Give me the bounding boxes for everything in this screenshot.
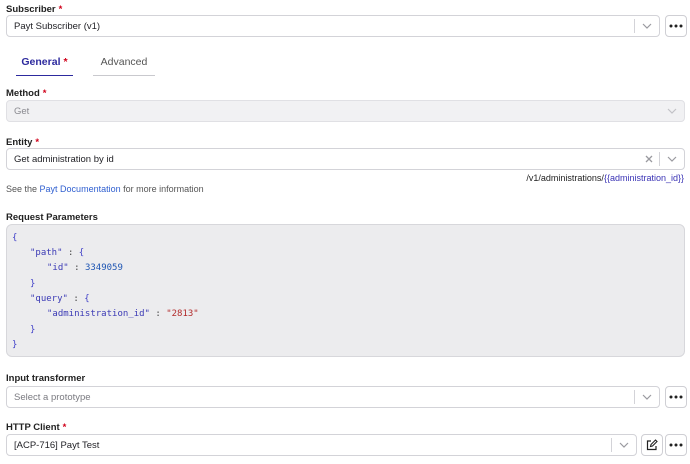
chevron-down-icon[interactable] bbox=[635, 387, 659, 407]
method-value: Get bbox=[14, 105, 30, 117]
input-transformer-more-button[interactable] bbox=[665, 386, 687, 408]
http-client-select[interactable]: [ACP-716] Payt Test bbox=[6, 434, 637, 456]
tab-advanced[interactable]: Advanced bbox=[93, 50, 155, 76]
clear-icon[interactable] bbox=[639, 149, 659, 169]
more-icon bbox=[669, 443, 683, 447]
chevron-down-icon bbox=[660, 101, 684, 121]
code-line-path: "path" : { bbox=[30, 248, 85, 258]
method-label: Method * bbox=[6, 88, 47, 99]
http-client-value: [ACP-716] Payt Test bbox=[14, 439, 100, 451]
tab-bar: General * Advanced bbox=[16, 50, 155, 76]
code-line-query: "query" : { bbox=[30, 294, 90, 304]
more-icon bbox=[669, 395, 683, 399]
edit-icon bbox=[646, 439, 658, 451]
request-parameters-editor[interactable]: { "path" : { "id" : 3349059 } "query" : … bbox=[6, 224, 685, 357]
code-open-brace: { bbox=[12, 233, 18, 243]
input-transformer-select[interactable]: Select a prototype bbox=[6, 386, 660, 408]
entity-value: Get administration by id bbox=[14, 153, 114, 165]
http-client-label: HTTP Client * bbox=[6, 422, 67, 433]
request-parameters-label: Request Parameters bbox=[6, 212, 98, 223]
entity-select[interactable]: Get administration by id bbox=[6, 148, 685, 170]
method-select: Get bbox=[6, 100, 685, 122]
subscriber-more-button[interactable] bbox=[665, 15, 687, 37]
code-line-administration-id: "administration_id" : "2813" bbox=[47, 309, 199, 319]
chevron-down-icon[interactable] bbox=[635, 16, 659, 36]
code-line-id: "id" : 3349059 bbox=[47, 263, 123, 273]
chevron-down-icon[interactable] bbox=[612, 435, 636, 455]
subscriber-label: Subscriber * bbox=[6, 4, 63, 15]
more-icon bbox=[669, 24, 683, 28]
input-transformer-label: Input transformer bbox=[6, 373, 86, 384]
http-client-more-button[interactable] bbox=[665, 434, 687, 456]
documentation-link[interactable]: Payt Documentation bbox=[40, 184, 121, 194]
code-close-brace: } bbox=[12, 340, 18, 350]
subscriber-value: Payt Subscriber (v1) bbox=[14, 20, 101, 32]
documentation-helper: See the Payt Documentation for more info… bbox=[6, 184, 204, 194]
http-client-edit-button[interactable] bbox=[641, 434, 663, 456]
chevron-down-icon[interactable] bbox=[660, 149, 684, 169]
path-variable: {{administration_id}} bbox=[603, 173, 684, 183]
tab-general[interactable]: General * bbox=[16, 50, 73, 76]
subscriber-select[interactable]: Payt Subscriber (v1) bbox=[6, 15, 660, 37]
entity-label: Entity * bbox=[6, 137, 40, 148]
input-transformer-placeholder: Select a prototype bbox=[14, 391, 91, 403]
code-close-query: } bbox=[30, 325, 36, 335]
code-close-path: } bbox=[30, 279, 36, 289]
endpoint-path: /v1/administrations/{{administration_id}… bbox=[526, 173, 684, 183]
